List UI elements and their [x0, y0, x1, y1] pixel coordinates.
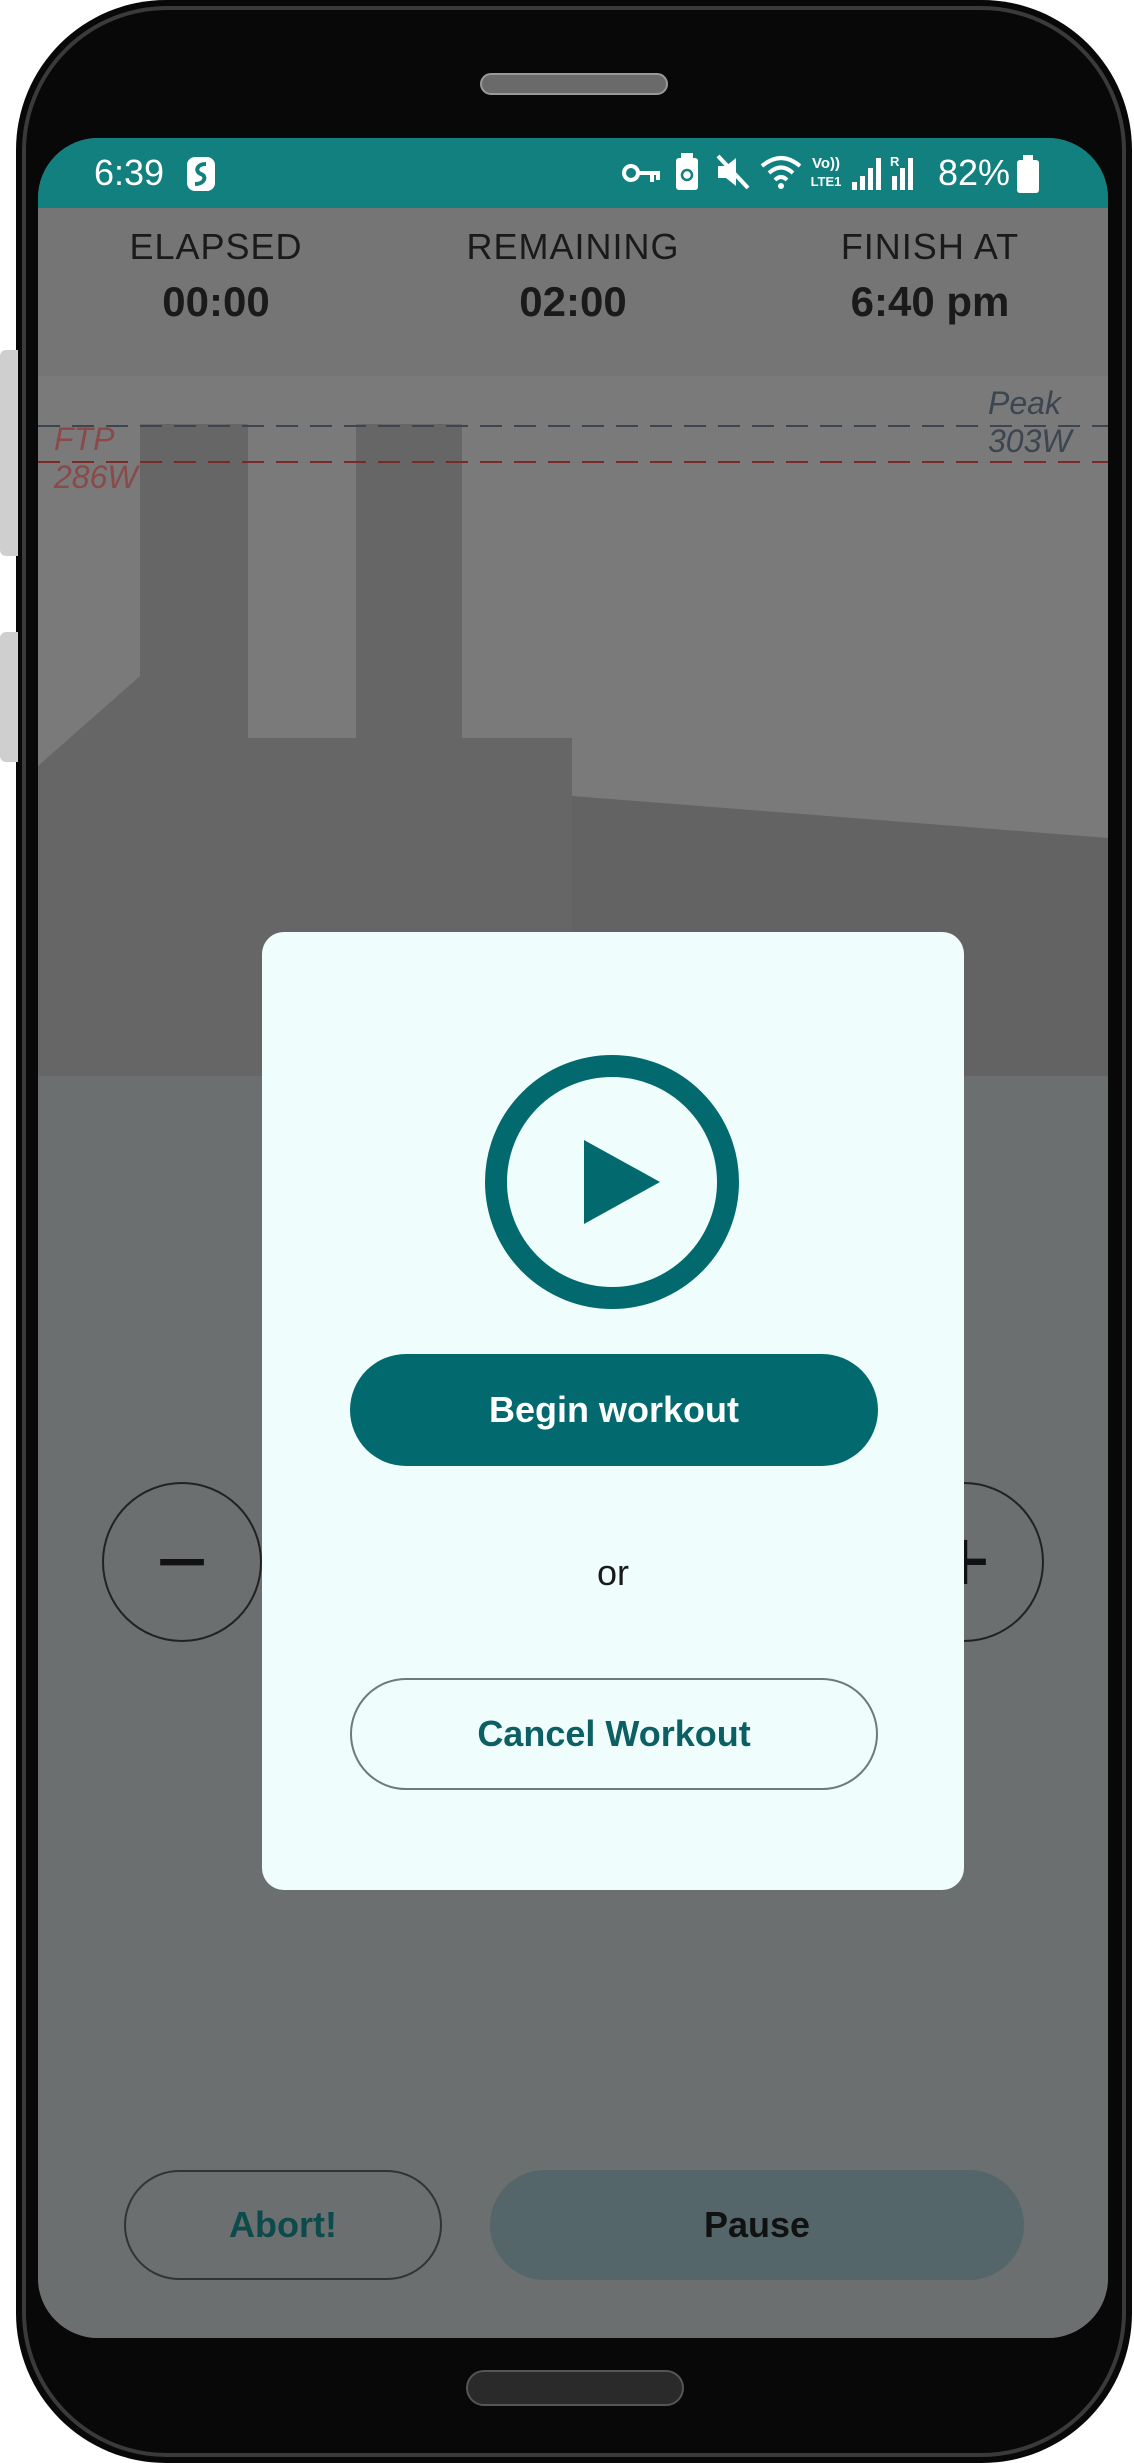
finish-value: 6:40 pm [850, 278, 1010, 325]
volte-icon: Vo)) LTE1 [806, 152, 846, 192]
begin-workout-button[interactable]: Begin workout [350, 1354, 878, 1466]
key-icon [622, 160, 662, 186]
peak-marker: Peak 303W [988, 384, 1072, 460]
ftp-label: FTP [54, 421, 115, 457]
status-time: 6:39 [94, 152, 165, 193]
home-button [466, 2370, 684, 2406]
battery-saver-icon [674, 152, 700, 192]
decrease-button[interactable]: − [102, 1482, 262, 1642]
remaining-label: REMAINING [466, 226, 680, 267]
elapsed-label: ELAPSED [129, 226, 303, 267]
pause-button[interactable]: Pause [490, 2170, 1024, 2280]
stats-row: ELAPSED 00:00 REMAINING 02:00 FINISH AT … [38, 208, 1108, 376]
svg-text:Vo)): Vo)) [812, 155, 840, 172]
signal-icon: R [850, 152, 924, 192]
peak-value: 303W [988, 423, 1072, 459]
battery-percent: 82% [938, 152, 1011, 193]
ftp-value: 286W [54, 459, 138, 495]
battery-icon [1016, 154, 1040, 194]
finish-stat: FINISH AT 6:40 pm [752, 226, 1108, 326]
start-workout-dialog: Begin workout or Cancel Workout [262, 932, 964, 1890]
power-button [0, 632, 18, 762]
svg-text:R: R [890, 154, 900, 169]
minus-icon: − [155, 1512, 209, 1612]
svg-text:LTE1: LTE1 [811, 174, 842, 189]
elapsed-value: 00:00 [162, 278, 270, 325]
finish-label: FINISH AT [840, 226, 1020, 267]
screen: 6:39 Vo)) LTE1 R 82% ELAPSED 00:00 REMAI… [38, 138, 1108, 2338]
volume-button [0, 350, 18, 556]
cancel-workout-button[interactable]: Cancel Workout [350, 1678, 878, 1790]
status-bar: 6:39 Vo)) LTE1 R 82% [38, 138, 1108, 208]
earpiece-speaker [480, 73, 668, 95]
elapsed-stat: ELAPSED 00:00 [38, 226, 394, 326]
remaining-stat: REMAINING 02:00 [395, 226, 751, 326]
mute-icon [714, 154, 752, 190]
s-logo-icon [186, 156, 216, 192]
ftp-marker: FTP 286W [54, 420, 138, 496]
remaining-value: 02:00 [519, 278, 627, 325]
peak-label: Peak [988, 385, 1061, 421]
play-icon[interactable] [484, 1054, 740, 1310]
wifi-icon [760, 152, 802, 192]
or-separator: or [596, 1552, 629, 1593]
abort-button[interactable]: Abort! [124, 2170, 442, 2280]
